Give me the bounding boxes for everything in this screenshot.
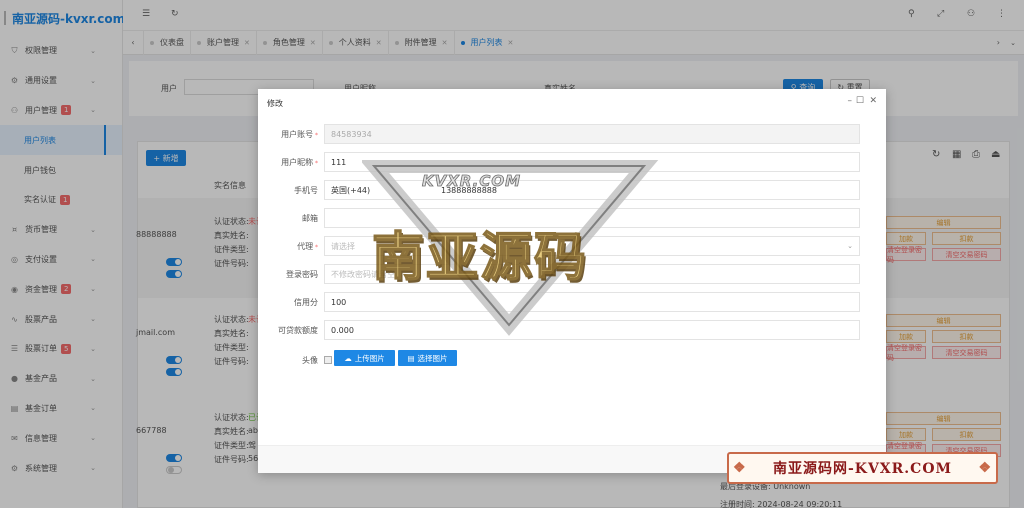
- chevron-down-icon: ⌄: [847, 242, 853, 250]
- nickname-input[interactable]: 111: [324, 152, 860, 172]
- nickname-label: 用户昵称: [258, 157, 318, 168]
- credit-label: 信用分: [294, 298, 318, 307]
- corner-watermark: 南亚源码网-KVXR.COM: [727, 452, 998, 484]
- credit-input[interactable]: 100: [324, 292, 860, 312]
- field-email: 邮箱: [258, 208, 318, 228]
- field-credit: 信用分: [258, 292, 318, 312]
- password-label: 登录密码: [286, 270, 318, 279]
- agent-label: 代理: [258, 241, 318, 252]
- cloud-upload-icon: ☁: [344, 353, 352, 363]
- maximize-icon[interactable]: ☐: [856, 96, 864, 106]
- minimize-icon[interactable]: –: [848, 96, 853, 106]
- password-input[interactable]: 不修改密码请留空: [324, 264, 860, 284]
- account-label: 用户账号: [258, 129, 318, 140]
- field-account: 用户账号: [258, 124, 318, 144]
- choose-image-label: 选择图片: [417, 353, 448, 363]
- choose-image-button[interactable]: ▤ 选择图片: [398, 350, 457, 366]
- upload-image-button[interactable]: ☁ 上传图片: [334, 350, 395, 366]
- field-avatar: 头像: [258, 350, 318, 370]
- corner-watermark-text: 南亚源码网-KVXR.COM: [772, 461, 953, 477]
- field-loan: 可贷款额度: [258, 320, 318, 340]
- phone-country-select[interactable]: 英国(+44): [331, 185, 411, 196]
- email-label: 邮箱: [302, 214, 318, 223]
- agent-select[interactable]: 请选择 ⌄: [324, 236, 860, 256]
- field-agent: 代理: [258, 236, 318, 256]
- phone-input-group: 英国(+44) 13888888888: [324, 180, 860, 200]
- phone-input[interactable]: 13888888888: [441, 186, 497, 195]
- close-icon[interactable]: ✕: [869, 96, 877, 106]
- phone-label: 手机号: [294, 186, 318, 195]
- loan-input[interactable]: 0.000: [324, 320, 860, 340]
- loan-label: 可贷款额度: [278, 326, 318, 335]
- email-input[interactable]: [324, 208, 860, 228]
- edit-dialog: 修改 – ☐ ✕ 用户账号 84583934 用户昵称 111 手机号 英国(+…: [258, 89, 886, 473]
- agent-placeholder: 请选择: [331, 241, 355, 251]
- field-password: 登录密码: [258, 264, 318, 284]
- account-input[interactable]: 84583934: [324, 124, 860, 144]
- field-nickname: 用户昵称: [258, 152, 318, 172]
- avatar-image: [324, 356, 332, 364]
- upload-image-label: 上传图片: [354, 353, 385, 363]
- field-phone: 手机号: [258, 180, 318, 200]
- avatar-label: 头像: [302, 356, 318, 365]
- image-icon: ▤: [407, 353, 415, 363]
- dialog-title: 修改: [267, 99, 283, 108]
